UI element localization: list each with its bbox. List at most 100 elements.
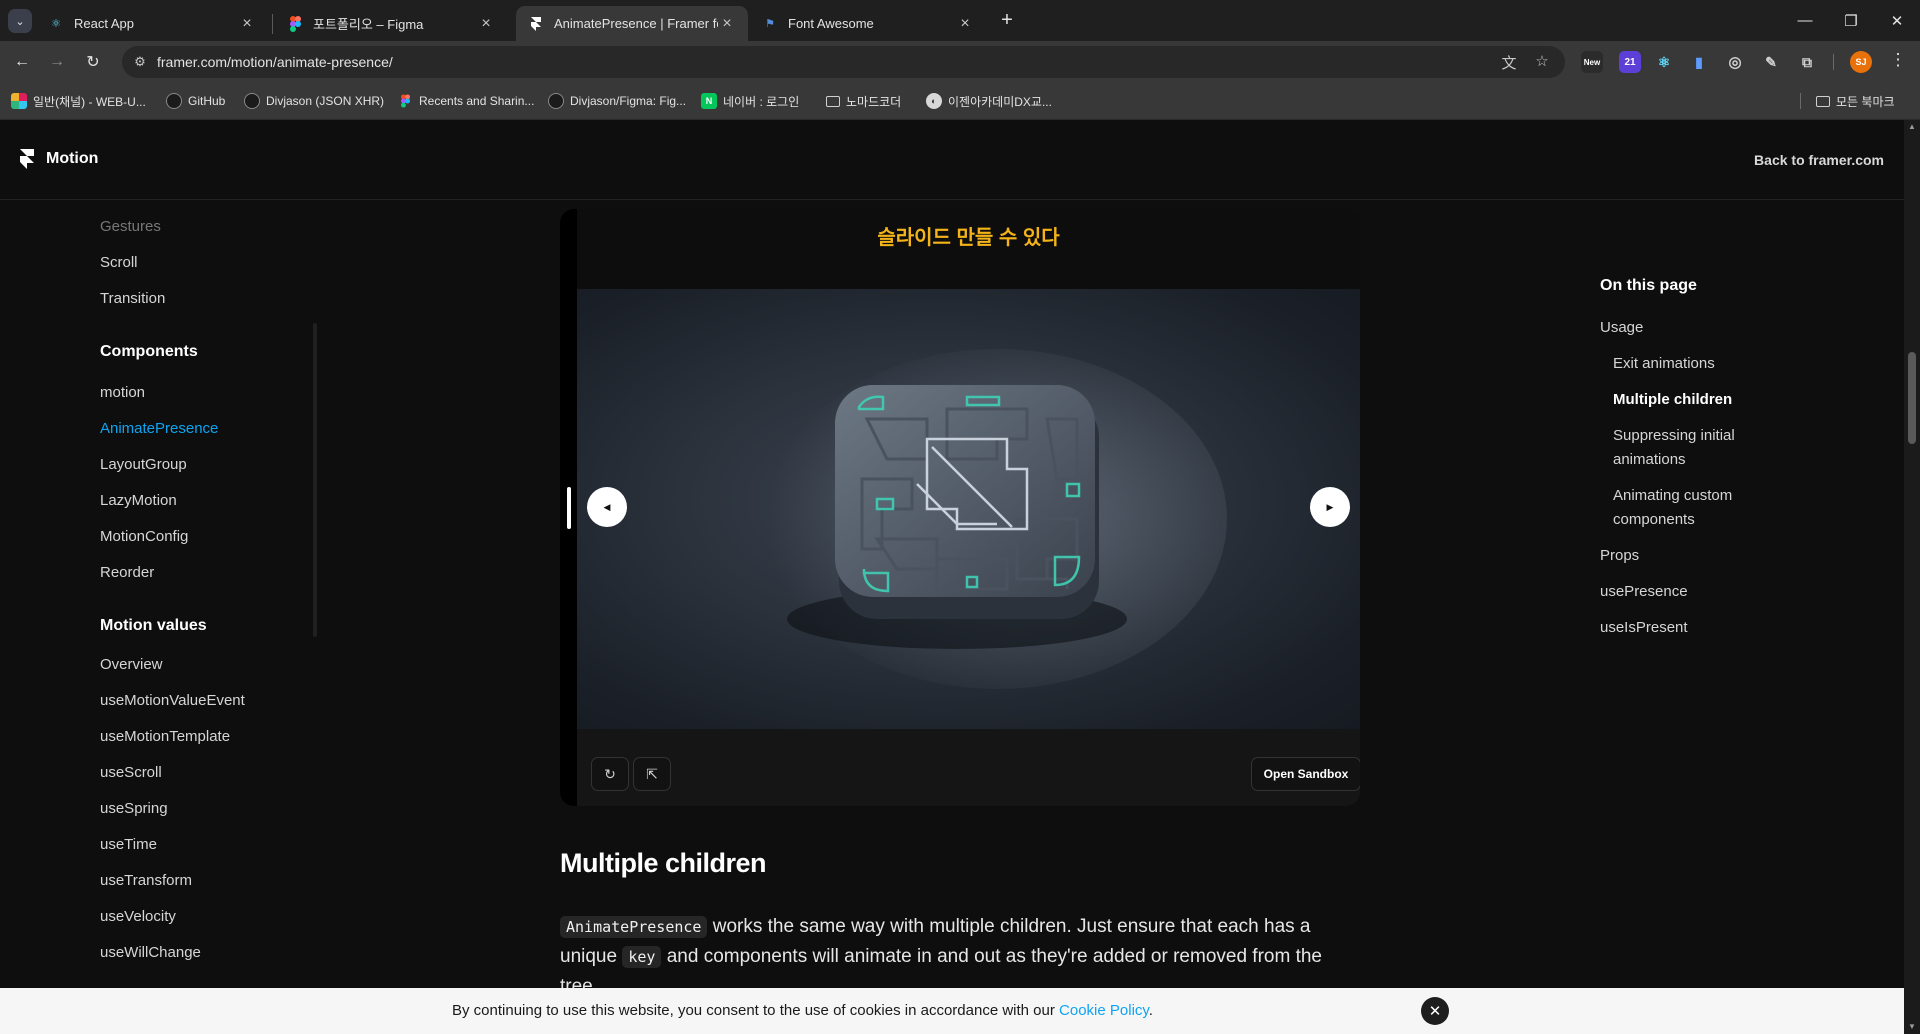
bookmark-item[interactable]: Recents and Sharin... — [397, 91, 534, 111]
slack-icon — [11, 93, 27, 109]
clipboard-extension-icon[interactable]: ▮ — [1688, 51, 1710, 73]
close-icon[interactable]: × — [238, 15, 256, 33]
site-info-icon[interactable]: ⚙ — [132, 54, 148, 70]
inline-code: key — [622, 946, 662, 968]
sidebar-item-usewillchange[interactable]: useWillChange — [100, 944, 201, 961]
toc-item-useispresent[interactable]: useIsPresent — [1600, 616, 1688, 640]
page-scrollbar[interactable]: ▲ ▼ — [1904, 120, 1920, 1034]
toc-item-props[interactable]: Props — [1600, 544, 1639, 568]
sidebar-item-transition[interactable]: Transition — [100, 290, 165, 307]
slide-prev-button[interactable]: ◀ — [587, 487, 627, 527]
site-header: Motion Back to framer.com — [0, 120, 1904, 200]
sidebar-item-motionconfig[interactable]: MotionConfig — [100, 528, 188, 545]
toc-item-exit-animations[interactable]: Exit animations — [1613, 352, 1793, 376]
new-extension-icon[interactable]: New — [1581, 51, 1603, 73]
bookmark-star-icon[interactable]: ☆ — [1532, 52, 1552, 72]
toc-heading: On this page — [1600, 277, 1697, 294]
scroll-down-arrow-icon[interactable]: ▼ — [1904, 1020, 1920, 1034]
sidebar-item-usetransform[interactable]: useTransform — [100, 872, 192, 889]
toc-item-suppressing-initial[interactable]: Suppressing initial animations — [1613, 424, 1793, 472]
bookmark-item[interactable]: Divjason/Figma: Fig... — [548, 91, 686, 111]
inline-code: AnimatePresence — [560, 916, 708, 938]
open-sandbox-button[interactable]: Open Sandbox — [1251, 757, 1360, 791]
bookmark-item[interactable]: ◐ 이젠아카데미DX교... — [926, 91, 1052, 111]
address-bar[interactable]: ⚙ framer.com/motion/animate-presence/ 文 … — [122, 46, 1565, 78]
sidebar-item-usemotiontemplate[interactable]: useMotionTemplate — [100, 728, 230, 745]
sidebar-item-usescroll[interactable]: useScroll — [100, 764, 162, 781]
scroll-up-arrow-icon[interactable]: ▲ — [1904, 120, 1920, 134]
profile-avatar[interactable]: SJ — [1850, 51, 1872, 73]
tab-react-app[interactable]: ⚛ React App × — [36, 6, 268, 41]
sidebar-item-layoutgroup[interactable]: LayoutGroup — [100, 456, 187, 473]
sidebar-heading-components: Components — [100, 343, 198, 360]
github-icon — [548, 93, 564, 109]
target-extension-icon[interactable]: ◎ — [1724, 51, 1746, 73]
scrollbar-thumb[interactable] — [1908, 352, 1916, 444]
back-button[interactable]: ← — [8, 48, 36, 76]
close-window-button[interactable]: ✕ — [1874, 0, 1920, 41]
sidebar-scrollbar[interactable] — [313, 323, 317, 637]
badge-extension-icon[interactable]: 21 — [1619, 51, 1641, 73]
tab-figma[interactable]: 포트폴리오 – Figma × — [275, 6, 507, 41]
browser-toolbar: ← → ↻ ⚙ framer.com/motion/animate-presen… — [0, 41, 1920, 82]
sidebar-item-scroll[interactable]: Scroll — [100, 254, 138, 271]
demo-preview-card: 슬라이드 만들 수 있다 ↻ ⇱ Open Sandbox — [560, 209, 1360, 806]
logo-text: Motion — [46, 150, 99, 167]
triangle-right-icon: ▶ — [1326, 501, 1334, 512]
close-icon[interactable]: × — [477, 15, 495, 33]
extensions-puzzle-icon[interactable]: ⧉ — [1796, 51, 1818, 73]
cookie-policy-link[interactable]: Cookie Policy — [1059, 1002, 1149, 1019]
sidebar-item-overview[interactable]: Overview — [100, 656, 163, 673]
toc-item-usepresence[interactable]: usePresence — [1600, 580, 1688, 604]
menu-kebab-icon[interactable]: ⋮ — [1888, 50, 1908, 74]
folder-icon — [1816, 95, 1830, 107]
sidebar-item-usemotionvalueevent[interactable]: useMotionValueEvent — [100, 692, 245, 709]
demo-slide-title: 슬라이드 만들 수 있다 — [577, 209, 1360, 289]
motion-logo[interactable]: Motion — [18, 149, 98, 169]
restore-button[interactable]: ❐ — [1828, 0, 1874, 41]
tab-search-button[interactable]: ⌄ — [8, 9, 32, 33]
bookmark-item[interactable]: GitHub — [166, 91, 225, 111]
toc-item-multiple-children[interactable]: Multiple children — [1613, 388, 1793, 412]
tab-font-awesome[interactable]: ⚑ Font Awesome × — [750, 6, 986, 41]
github-icon — [166, 93, 182, 109]
tab-title: React App — [74, 16, 134, 31]
react-devtools-icon[interactable]: ⚛ — [1653, 51, 1675, 73]
close-icon[interactable]: × — [718, 15, 736, 33]
toc-item-animating-custom[interactable]: Animating custom components — [1613, 484, 1793, 532]
slide-image — [577, 289, 1360, 729]
bookmark-item[interactable]: N 네이버 : 로그인 — [701, 91, 799, 111]
reload-button[interactable]: ↻ — [79, 48, 107, 76]
github-icon — [244, 93, 260, 109]
sidebar-item-animatepresence[interactable]: AnimatePresence — [100, 420, 218, 437]
external-link-icon[interactable]: ⇱ — [633, 757, 671, 791]
bookmark-item[interactable]: Divjason (JSON XHR) — [244, 91, 384, 111]
chevron-down-icon: ⌄ — [15, 15, 25, 28]
refresh-icon[interactable]: ↻ — [591, 757, 629, 791]
sidebar-item-reorder[interactable]: Reorder — [100, 564, 154, 581]
url-text[interactable]: framer.com/motion/animate-presence/ — [157, 54, 393, 70]
close-icon[interactable]: × — [956, 15, 974, 33]
tab-title: 포트폴리오 – Figma — [313, 17, 424, 32]
toc-item-usage[interactable]: Usage — [1600, 316, 1643, 340]
translate-icon[interactable]: 文 — [1499, 52, 1519, 72]
tab-divider — [272, 14, 273, 34]
new-tab-button[interactable]: + — [995, 9, 1019, 33]
sidebar-item-gestures[interactable]: Gestures — [100, 218, 161, 235]
all-bookmarks-folder[interactable]: 모든 북마크 — [1816, 91, 1895, 111]
sidebar-item-usespring[interactable]: useSpring — [100, 800, 168, 817]
cookie-close-button[interactable]: ✕ — [1421, 997, 1449, 1025]
bookmark-item[interactable]: 일반(채널) - WEB-U... — [11, 91, 146, 111]
eyedropper-icon[interactable]: ✎ — [1760, 51, 1782, 73]
sidebar-item-usevelocity[interactable]: useVelocity — [100, 908, 176, 925]
slide-next-button[interactable]: ▶ — [1310, 487, 1350, 527]
back-to-framer-link[interactable]: Back to framer.com — [1754, 152, 1884, 168]
resize-handle[interactable] — [567, 487, 571, 529]
sidebar-item-lazymotion[interactable]: LazyMotion — [100, 492, 177, 509]
forward-button[interactable]: → — [43, 48, 71, 76]
sidebar-item-motion[interactable]: motion — [100, 384, 145, 401]
bookmark-folder[interactable]: 노마드코더 — [826, 91, 901, 111]
sidebar-item-usetime[interactable]: useTime — [100, 836, 157, 853]
tab-animatepresence[interactable]: AnimatePresence | Framer for × — [516, 6, 748, 41]
minimize-button[interactable]: — — [1782, 0, 1828, 41]
